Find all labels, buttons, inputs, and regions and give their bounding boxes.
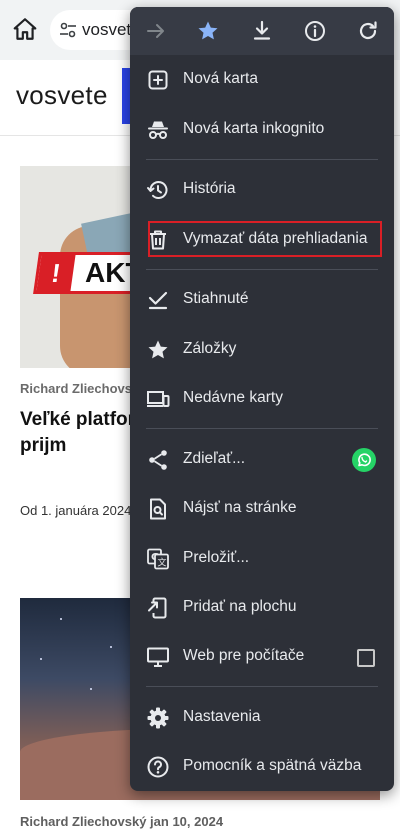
add-to-home-icon <box>148 597 167 619</box>
info-icon[interactable] <box>303 19 327 43</box>
menu-item-label: Web pre počítače <box>183 647 305 664</box>
site-settings-icon[interactable] <box>58 20 78 40</box>
article-author[interactable]: Richard Zliechovsk <box>20 381 139 396</box>
star-icon <box>148 340 168 359</box>
bookmark-star-icon[interactable] <box>196 19 220 43</box>
menu-item-label: História <box>183 180 236 197</box>
new-tab-icon <box>148 70 168 90</box>
translate-icon: G 文 <box>147 548 169 570</box>
menu-item-label: Nájsť na stránke <box>183 499 297 516</box>
devices-icon <box>147 391 170 407</box>
menu-divider <box>146 686 378 687</box>
menu-item-label: Pridať na plochu <box>183 598 297 615</box>
help-icon <box>147 756 169 778</box>
site-logo[interactable]: vosvete <box>16 80 108 111</box>
menu-item-downloads[interactable]: Stiahnuté <box>130 278 394 322</box>
menu-item-label: Preložiť... <box>183 549 250 566</box>
menu-item-new-tab[interactable]: Nová karta <box>130 58 394 102</box>
menu-item-label: Nová karta <box>183 70 258 87</box>
svg-text:文: 文 <box>158 557 167 569</box>
star-dot <box>60 618 62 620</box>
menu-item-label: Nastavenia <box>183 708 261 725</box>
menu-item-help-feedback[interactable]: Pomocník a spätná väzba <box>130 745 394 789</box>
menu-toolbar <box>130 7 394 55</box>
menu-item-label: Pomocník a spätná väzba <box>183 757 362 774</box>
incognito-icon <box>148 121 168 139</box>
menu-item-share[interactable]: Zdieľať... <box>130 438 394 482</box>
menu-divider <box>146 269 378 270</box>
menu-item-label: Nedávne karty <box>183 389 283 406</box>
menu-item-label: Nová karta inkognito <box>183 120 325 137</box>
share-icon <box>149 450 167 470</box>
menu-item-incognito[interactable]: Nová karta inkognito <box>130 108 394 152</box>
home-icon[interactable] <box>12 16 38 42</box>
whatsapp-icon[interactable] <box>352 448 376 472</box>
trash-icon <box>150 230 166 250</box>
menu-item-settings[interactable]: Nastavenia <box>130 696 394 740</box>
menu-item-find-in-page[interactable]: Nájsť na stránke <box>130 487 394 531</box>
menu-item-label: Vymazať dáta prehliadania <box>183 230 368 247</box>
menu-item-history[interactable]: História <box>130 168 394 212</box>
desktop-icon <box>147 647 169 667</box>
menu-item-label: Stiahnuté <box>183 290 249 307</box>
menu-item-desktop-site[interactable]: Web pre počítače <box>130 635 394 679</box>
downloads-check-icon <box>148 291 168 310</box>
star-dot <box>90 688 92 690</box>
star-dot <box>110 646 112 648</box>
overflow-menu: Nová karta Nová karta inkognito História… <box>130 7 394 791</box>
history-icon <box>147 181 168 199</box>
menu-item-translate[interactable]: G 文 Preložiť... <box>130 537 394 581</box>
find-in-page-icon <box>150 498 166 520</box>
forward-icon[interactable] <box>144 19 168 43</box>
menu-item-label: Záložky <box>183 340 237 357</box>
menu-divider <box>146 428 378 429</box>
menu-item-label: Zdieľať... <box>183 450 246 467</box>
exclamation-icon: ! <box>36 255 76 291</box>
star-dot <box>40 658 42 660</box>
article-author-date[interactable]: Richard Zliechovský jan 10, 2024 <box>20 814 223 829</box>
menu-item-bookmarks[interactable]: Záložky <box>130 328 394 372</box>
menu-item-add-to-home[interactable]: Pridať na plochu <box>130 586 394 630</box>
desktop-site-checkbox[interactable] <box>357 649 375 667</box>
menu-item-clear-browsing-data[interactable]: Vymazať dáta prehliadania <box>130 218 394 262</box>
download-icon[interactable] <box>250 19 274 43</box>
settings-gear-icon <box>147 707 169 729</box>
menu-divider <box>146 159 378 160</box>
refresh-icon[interactable] <box>356 19 380 43</box>
menu-item-recent-tabs[interactable]: Nedávne karty <box>130 377 394 421</box>
